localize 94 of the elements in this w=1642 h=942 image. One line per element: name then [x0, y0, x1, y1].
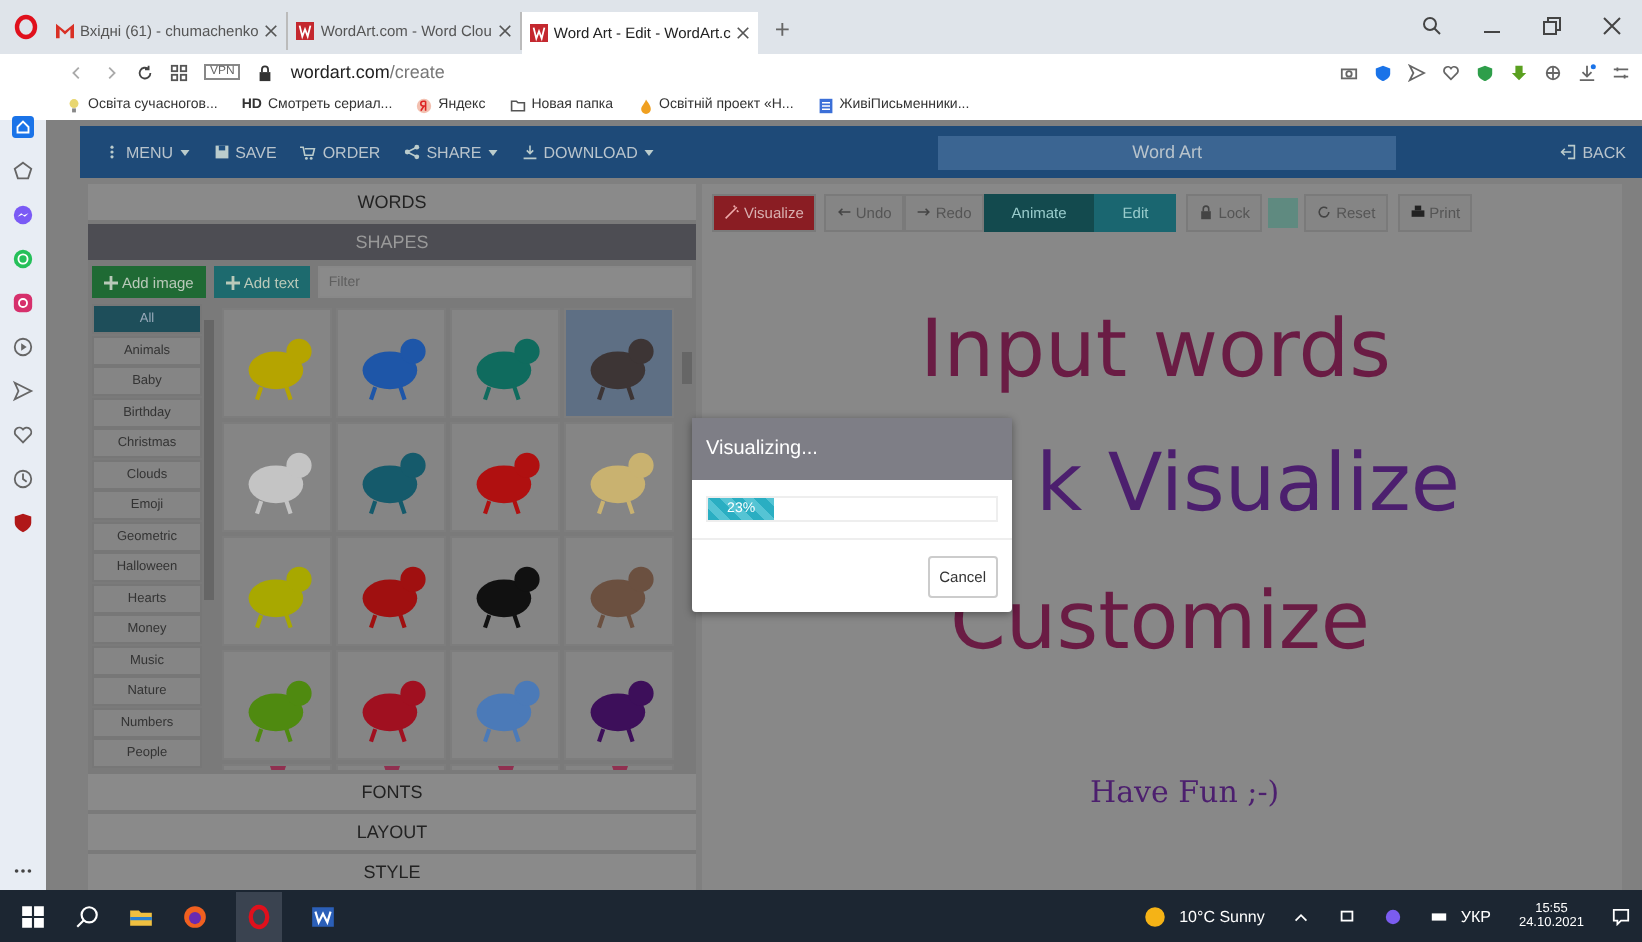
search-icon[interactable] [1422, 16, 1442, 36]
shape-tile[interactable] [564, 536, 674, 646]
camera-icon[interactable] [1340, 63, 1358, 81]
word-art-text: k Visualize [1036, 438, 1461, 530]
mail-icon [56, 22, 74, 40]
heart-icon[interactable] [1442, 63, 1460, 81]
shield-icon[interactable] [1374, 63, 1392, 81]
menu-button[interactable]: SHARE [404, 143, 498, 161]
shape-tile[interactable] [222, 536, 332, 646]
restore-icon[interactable] [1542, 16, 1562, 36]
back-button[interactable]: BACK [1560, 143, 1626, 161]
shape-tile[interactable] [450, 650, 560, 760]
shield-icon[interactable] [12, 512, 34, 534]
reload-icon[interactable] [136, 63, 154, 81]
arrow-icon [835, 204, 852, 220]
close-icon[interactable] [736, 26, 751, 40]
title-field[interactable]: Word Art [938, 135, 1397, 169]
bulb-icon [66, 97, 82, 113]
shape-tile[interactable] [222, 308, 332, 418]
grid-icon[interactable] [170, 63, 188, 81]
yandex-icon [416, 97, 433, 113]
shape-tile[interactable] [336, 536, 446, 646]
dialog-title: Visualizing... [692, 418, 1012, 480]
section-tab[interactable]: WORDS [88, 184, 696, 220]
send-icon[interactable] [12, 380, 34, 402]
menu-button[interactable]: SAVE [213, 143, 277, 161]
section-tab[interactable]: LAYOUT [88, 814, 696, 850]
printer-icon [1409, 204, 1426, 220]
section-tab[interactable]: FONTS [88, 774, 696, 810]
lock-icon [256, 63, 275, 81]
home-icon[interactable] [12, 116, 34, 138]
lock-icon [1198, 204, 1215, 220]
reset-icon [1316, 204, 1333, 220]
download-icon[interactable] [1578, 63, 1596, 81]
shape-tile[interactable] [450, 422, 560, 532]
sun-icon [1141, 903, 1168, 929]
heart-icon[interactable] [12, 424, 34, 446]
battery-icon[interactable] [1430, 907, 1449, 925]
folder-icon [509, 97, 526, 113]
messenger-icon[interactable] [12, 204, 34, 226]
wand-icon [724, 204, 740, 220]
new-tab-button[interactable]: + [774, 14, 790, 44]
shape-tile[interactable] [222, 650, 332, 760]
search-icon[interactable] [74, 903, 100, 929]
download-icon [521, 144, 538, 160]
document-icon [817, 97, 834, 113]
shape-tile[interactable] [450, 536, 560, 646]
shape-tile[interactable] [564, 308, 674, 418]
word-art-text: Input words [920, 304, 1391, 396]
close-icon[interactable] [1602, 16, 1622, 36]
section-tab[interactable]: STYLE [88, 854, 696, 890]
notification-icon[interactable] [1612, 907, 1630, 925]
word-icon[interactable] [310, 903, 336, 929]
device-icon[interactable] [1338, 907, 1357, 925]
section-tab[interactable]: SHAPES [88, 224, 696, 260]
save-icon [213, 144, 230, 160]
weather-text[interactable]: 10°C Sunny [1179, 907, 1265, 925]
exit-icon [1560, 144, 1577, 160]
shape-tile[interactable] [336, 422, 446, 532]
url-field[interactable]: wordart.com/create [290, 62, 445, 82]
plus-icon [225, 275, 240, 289]
shape-tile[interactable] [564, 650, 674, 760]
app-icon[interactable] [1384, 907, 1403, 925]
firefox-icon[interactable] [182, 903, 208, 929]
close-icon[interactable] [497, 24, 512, 38]
download-icon[interactable] [1510, 63, 1528, 81]
instagram-icon[interactable] [12, 292, 34, 314]
close-icon[interactable] [264, 24, 279, 38]
browser-logo-icon[interactable] [14, 14, 38, 40]
pentagon-icon[interactable] [12, 160, 34, 182]
menu-button[interactable]: DOWNLOAD [521, 143, 654, 161]
menu-button[interactable]: ORDER [300, 143, 381, 161]
shape-tile[interactable] [336, 650, 446, 760]
play-icon[interactable] [12, 336, 34, 358]
share-icon [404, 144, 421, 160]
arrow-icon [915, 204, 932, 220]
send-icon[interactable] [1408, 63, 1426, 81]
plus-icon [104, 275, 118, 289]
site-icon [296, 22, 315, 40]
windows-icon[interactable] [20, 903, 46, 929]
settings-icon[interactable] [1612, 63, 1630, 81]
menu-button[interactable]: MENU [104, 143, 190, 161]
language-indicator[interactable]: УКР [1460, 907, 1491, 925]
site-icon [529, 24, 548, 42]
cart-icon [300, 144, 317, 160]
clock-icon[interactable] [12, 468, 34, 490]
shape-tile[interactable] [336, 308, 446, 418]
flame-icon [637, 97, 654, 113]
shield-icon[interactable] [1476, 63, 1494, 81]
shape-tile[interactable] [564, 422, 674, 532]
color-swatch[interactable] [1268, 197, 1299, 227]
shape-tile[interactable] [450, 308, 560, 418]
shape-tile[interactable] [222, 422, 332, 532]
word-art-text: Have Fun ;-) [1090, 774, 1280, 810]
